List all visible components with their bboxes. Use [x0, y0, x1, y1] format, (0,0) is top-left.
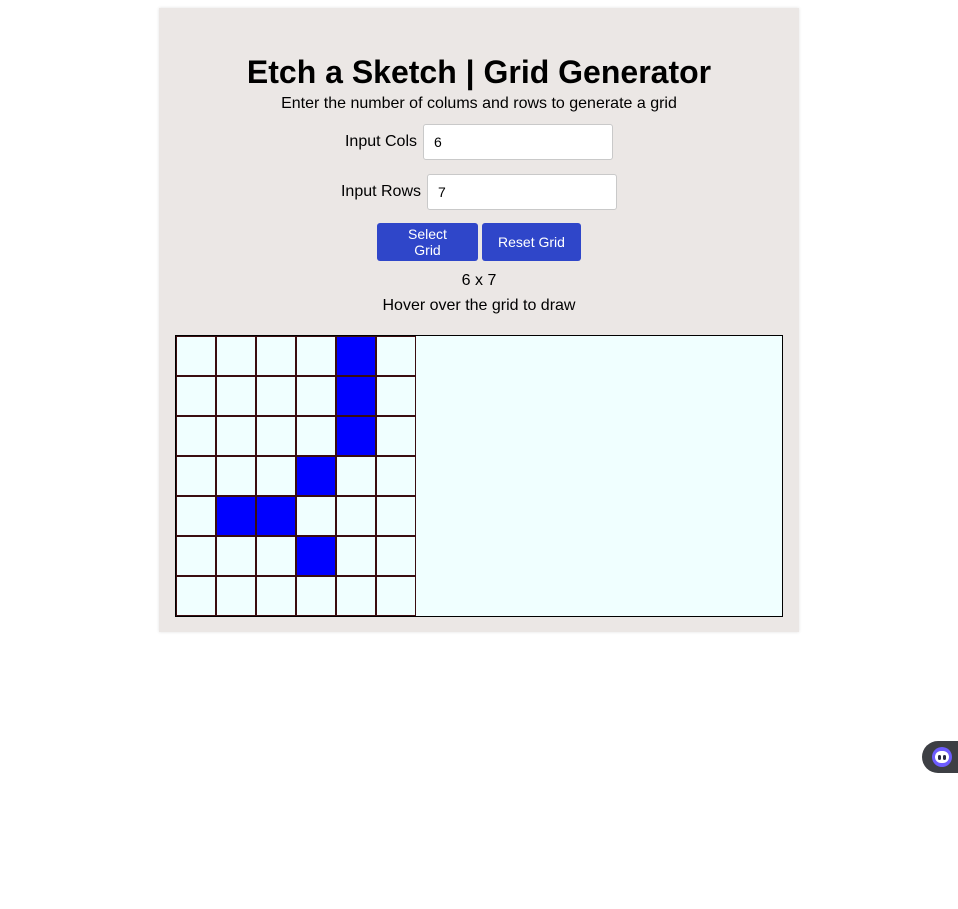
grid-cell[interactable]: [176, 456, 216, 496]
grid-cell[interactable]: [296, 336, 336, 376]
sketch-canvas[interactable]: [175, 335, 783, 617]
grid-cell[interactable]: [336, 576, 376, 616]
grid-cell[interactable]: [256, 576, 296, 616]
grid-cell[interactable]: [296, 576, 336, 616]
app-card: Etch a Sketch | Grid Generator Enter the…: [159, 8, 799, 632]
assistant-eye-right: [943, 755, 946, 760]
grid-cell[interactable]: [216, 576, 256, 616]
grid-cell[interactable]: [296, 456, 336, 496]
assistant-widget-button[interactable]: [922, 741, 958, 773]
grid-cell[interactable]: [296, 496, 336, 536]
cols-label: Input Cols: [344, 133, 418, 150]
grid-cell[interactable]: [176, 376, 216, 416]
grid-cell[interactable]: [376, 576, 416, 616]
grid-cell[interactable]: [336, 336, 376, 376]
draw-hint-text: Hover over the grid to draw: [382, 297, 576, 314]
grid-cell[interactable]: [176, 536, 216, 576]
grid-cell[interactable]: [216, 376, 256, 416]
assistant-eye-left: [938, 755, 941, 760]
grid-cell[interactable]: [176, 496, 216, 536]
reset-grid-button[interactable]: Reset Grid: [482, 223, 581, 261]
grid-cell[interactable]: [376, 536, 416, 576]
grid-cell[interactable]: [336, 496, 376, 536]
grid-cell[interactable]: [216, 416, 256, 456]
grid-cell[interactable]: [376, 336, 416, 376]
grid-cell[interactable]: [256, 336, 296, 376]
grid-cell[interactable]: [256, 416, 296, 456]
rows-input[interactable]: [427, 174, 618, 210]
sketch-grid[interactable]: [176, 336, 416, 616]
grid-cell[interactable]: [256, 376, 296, 416]
cols-input[interactable]: [423, 124, 614, 160]
grid-cell[interactable]: [176, 336, 216, 376]
grid-cell[interactable]: [296, 376, 336, 416]
grid-cell[interactable]: [376, 496, 416, 536]
grid-cell[interactable]: [216, 496, 256, 536]
grid-cell[interactable]: [296, 416, 336, 456]
rows-field-row: Input Rows: [159, 173, 799, 211]
select-grid-button[interactable]: Select Grid: [377, 223, 478, 261]
grid-cell[interactable]: [336, 376, 376, 416]
grid-cell[interactable]: [336, 536, 376, 576]
button-group: Select Grid Reset Grid: [159, 223, 799, 261]
cols-field-row: Input Cols: [159, 123, 799, 161]
grid-cell[interactable]: [176, 416, 216, 456]
grid-cell[interactable]: [216, 536, 256, 576]
rows-label: Input Rows: [340, 183, 422, 200]
grid-cell[interactable]: [256, 496, 296, 536]
instructions-text: Enter the number of colums and rows to g…: [281, 95, 677, 112]
grid-cell[interactable]: [256, 456, 296, 496]
grid-cell[interactable]: [376, 416, 416, 456]
grid-cell[interactable]: [216, 336, 256, 376]
page-title: Etch a Sketch | Grid Generator: [246, 54, 712, 90]
grid-cell[interactable]: [296, 536, 336, 576]
grid-cell[interactable]: [216, 456, 256, 496]
assistant-face-icon: [932, 747, 952, 767]
grid-cell[interactable]: [256, 536, 296, 576]
grid-cell[interactable]: [336, 456, 376, 496]
grid-cell[interactable]: [376, 456, 416, 496]
grid-cell[interactable]: [336, 416, 376, 456]
grid-cell[interactable]: [176, 576, 216, 616]
grid-size-text: 6 x 7: [461, 272, 497, 289]
grid-cell[interactable]: [376, 376, 416, 416]
